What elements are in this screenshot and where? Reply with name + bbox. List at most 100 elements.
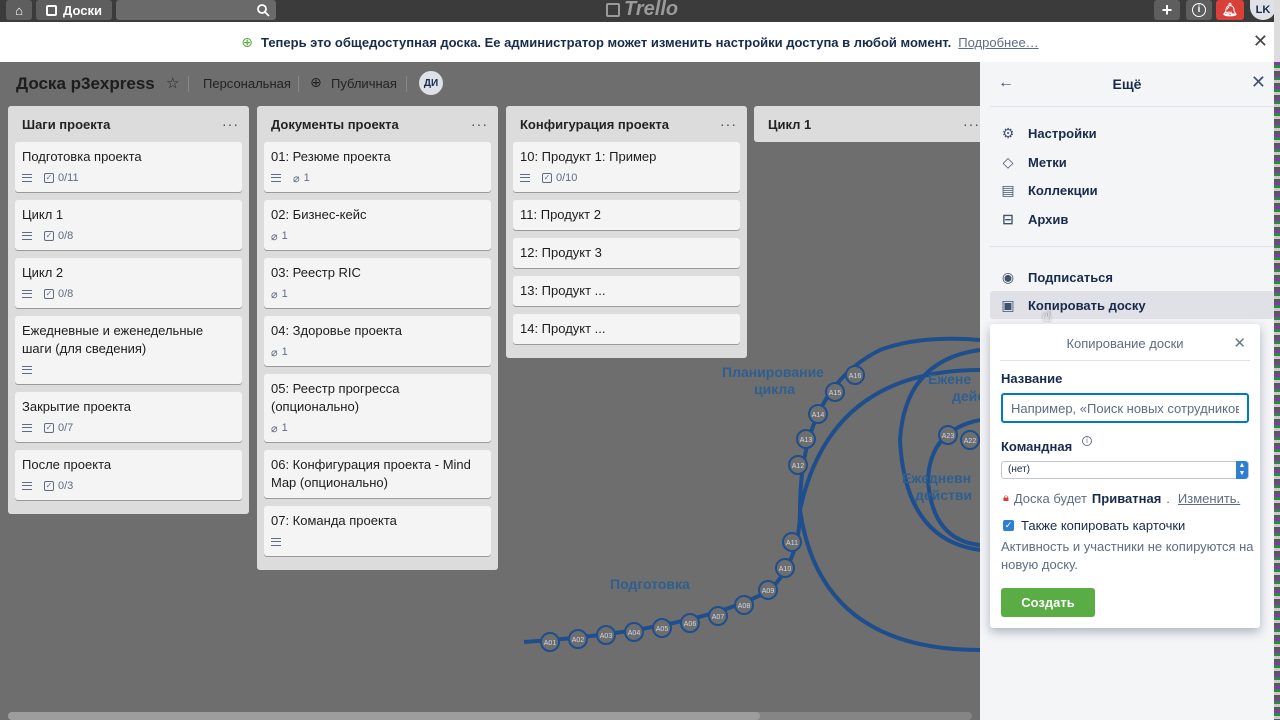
list-title[interactable]: Цикл 1 [768,117,811,132]
diagram-node-label: A07 [712,614,725,621]
card[interactable]: 01: Резюме проекта ⌀ 1 [264,142,491,192]
card[interactable]: Закрытие проекта ✓ 0/7 [15,392,242,442]
boards-button[interactable]: Доски [36,0,112,20]
card-title: 07: Команда проекта [271,513,397,528]
team-select[interactable]: (нет) ▲ ▼ [1001,461,1249,479]
description-icon [22,482,32,490]
card[interactable]: 12: Продукт 3 [513,238,740,268]
menu-item-collections[interactable]: ▤ Коллекции [990,176,1274,204]
card[interactable]: 11: Продукт 2 [513,200,740,230]
card-title: 14: Продукт ... [520,321,606,336]
card[interactable]: 10: Продукт 1: Пример ✓ 0/10 [513,142,740,192]
list-title[interactable]: Конфигурация проекта [520,117,669,132]
attachment-count: 1 [281,422,288,434]
checklist-badge: ✓ 0/10 [542,172,577,184]
team-select-value: (нет) [1008,464,1030,475]
card[interactable]: После проекта ✓ 0/3 [15,450,242,500]
side-menu-close-icon[interactable]: ✕ [1251,72,1266,93]
help-icon[interactable]: i [1082,436,1092,446]
paperclip-icon: ⌀ [271,422,278,435]
diagram-node-label: A05 [656,626,669,633]
board-horizontal-scrollbar[interactable] [8,712,972,720]
window-edge [1274,0,1280,62]
list-project-steps[interactable]: Шаги проекта ··· Подготовка проекта ✓ 0/1… [8,106,249,514]
checklist-badge: ✓ 0/8 [44,288,73,300]
menu-item-labels[interactable]: ◇ Метки [990,148,1274,176]
list-menu-icon[interactable]: ··· [720,116,737,132]
banner-more-link[interactable]: Подробнее… [958,35,1038,50]
menu-item-settings[interactable]: ⚙ Настройки [990,119,1274,147]
card-title: 11: Продукт 2 [520,207,601,222]
card-title: Цикл 1 [22,207,64,222]
public-globe-icon: ⊕ [310,74,322,90]
checklist-icon: ✓ [44,231,54,241]
card[interactable]: 03: Реестр RIC ⌀ 1 [264,258,491,308]
list-header: Конфигурация проекта ··· [506,106,747,142]
card[interactable]: 13: Продукт ... [513,276,740,306]
list-menu-icon[interactable]: ··· [222,116,239,132]
team-label: Командная [1001,439,1073,454]
scrollbar-thumb[interactable] [8,712,760,720]
card-title: Закрытие проекта [22,399,132,414]
card[interactable]: Ежедневные и еженедельные шаги (для свед… [15,316,242,384]
board-name-input[interactable] [1001,393,1249,423]
card-badges: ✓ 0/8 [22,228,235,244]
star-icon[interactable]: ☆ [166,74,179,92]
diagram-node-label: A15 [829,390,842,397]
card[interactable]: 07: Команда проекта [264,506,491,556]
diagram-node-label: A09 [762,588,775,595]
board-title[interactable]: Доска p3express [16,74,155,94]
diagram-node-label: A02 [572,637,585,644]
card[interactable]: 05: Реестр прогресса (опционально) ⌀ 1 [264,374,491,442]
list-cycle-1[interactable]: Цикл 1 ··· [754,106,980,142]
change-privacy-link[interactable]: Изменить. [1178,491,1240,506]
list-project-configuration[interactable]: Конфигурация проекта ··· 10: Продукт 1: … [506,106,747,358]
user-avatar[interactable]: LK [1250,0,1276,20]
info-button[interactable]: i [1186,0,1212,20]
list-title[interactable]: Документы проекта [271,117,399,132]
menu-item-archive[interactable]: ⊟ Архив [990,205,1274,233]
card-badges: ✓ 0/11 [22,170,235,186]
list-project-documents[interactable]: Документы проекта ··· 01: Резюме проекта… [257,106,498,570]
card[interactable]: Цикл 1 ✓ 0/8 [15,200,242,250]
attachment-count: 1 [281,230,288,242]
banner-close-icon[interactable]: ✕ [1253,32,1268,50]
card-title: Ежедневные и еженедельные шаги (для свед… [22,323,204,356]
card-title: 13: Продукт ... [520,283,606,298]
copy-cards-checkbox-row[interactable]: ✓ Также копировать карточки [1003,518,1185,533]
create-button[interactable]: + [1154,0,1180,20]
trello-logo[interactable]: Trello [606,0,678,21]
description-icon [271,174,281,182]
checklist-badge: ✓ 0/7 [44,422,73,434]
paperclip-icon: ⌀ [293,172,300,185]
member-avatar[interactable]: ДИ [419,71,443,95]
card[interactable]: 04: Здоровье проекта ⌀ 1 [264,316,491,366]
card[interactable]: 06: Конфигурация проекта - Mind Map (опц… [264,450,491,498]
home-button[interactable]: ⌂ [6,0,32,20]
eye-icon: ◉ [1001,268,1015,285]
card[interactable]: Цикл 2 ✓ 0/8 [15,258,242,308]
checklist-count: 0/8 [58,230,74,242]
list-menu-icon[interactable]: ··· [963,116,980,132]
menu-item-copy-board[interactable]: ▣ Копировать доску [990,291,1274,319]
board-team-button[interactable]: Персональная [203,76,291,91]
card[interactable]: Подготовка проекта ✓ 0/11 [15,142,242,192]
menu-item-subscribe[interactable]: ◉ Подписаться [990,263,1274,291]
globe-icon: ⊕ [241,33,254,50]
diagram-node-label: A06 [684,621,697,628]
checklist-icon: ✓ [44,289,54,299]
board-visibility-button[interactable]: Публичная [331,76,397,91]
list-menu-icon[interactable]: ··· [471,116,488,132]
notifications-button[interactable]: 🔔︎ [1216,0,1244,20]
popover-title: Копирование доски [1066,336,1184,351]
card[interactable]: 14: Продукт ... [513,314,740,344]
card[interactable]: 02: Бизнес-кейс ⌀ 1 [264,200,491,250]
list-title[interactable]: Шаги проекта [22,117,110,132]
checklist-badge: ✓ 0/8 [44,230,73,242]
popover-close-icon[interactable]: ✕ [1233,334,1246,352]
copy-cards-checkbox[interactable]: ✓ [1003,520,1014,531]
side-menu-divider [990,106,1274,107]
search-bar[interactable] [116,0,276,20]
create-board-button[interactable]: Создать [1001,588,1095,617]
card-title: 10: Продукт 1: Пример [520,149,657,164]
